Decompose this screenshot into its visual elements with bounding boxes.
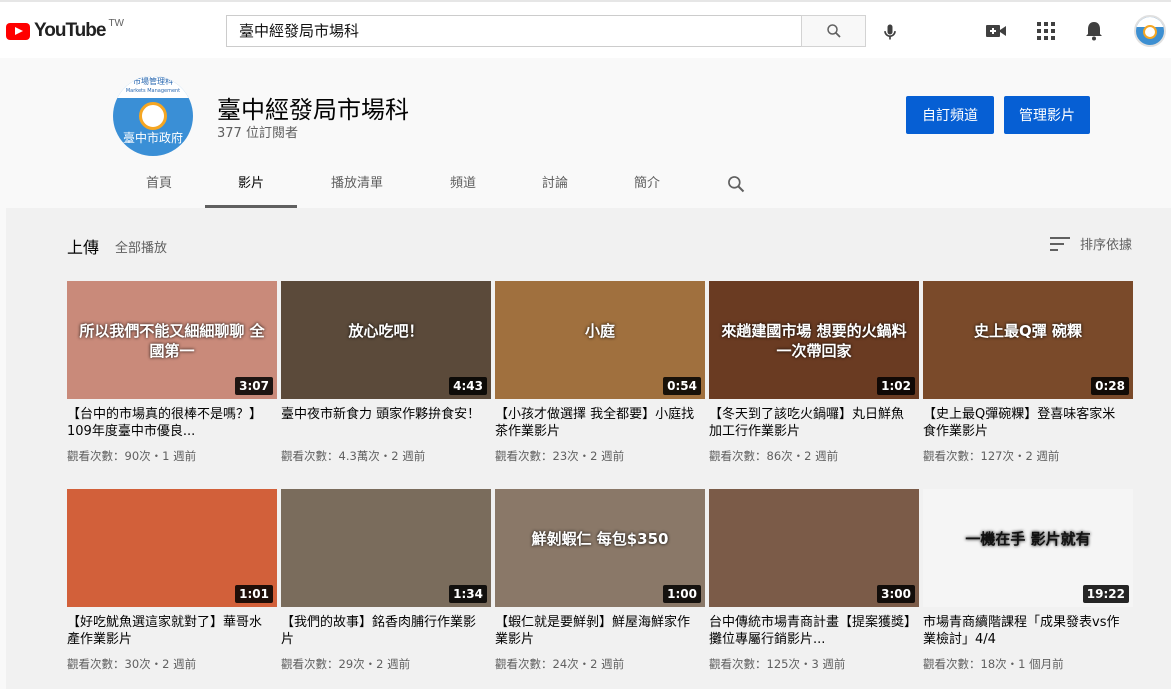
video-thumbnail[interactable]: 所以我們不能又細細聊聊 全國第一 3:07 xyxy=(67,281,277,399)
avatar-bottom-text: 臺中市政府 xyxy=(122,131,183,145)
video-meta: 觀看次數：23次・2 週前 xyxy=(495,449,625,463)
mic-icon[interactable] xyxy=(878,20,902,44)
video-title[interactable]: 市場青商續階課程「成果發表vs作業檢討」4/4 xyxy=(923,614,1128,648)
video-thumbnail[interactable]: 放心吃吧！ 4:43 xyxy=(281,281,491,399)
video-duration: 0:28 xyxy=(1091,377,1129,395)
video-duration: 0:54 xyxy=(663,377,701,395)
videos-section: 上傳 全部播放 排序依據 所以我們不能又細細聊聊 全國第一 3:07 【台中的市場真… xyxy=(6,208,1171,689)
search-icon xyxy=(826,24,841,38)
sort-icon xyxy=(1050,236,1070,251)
avatar-top-text: 市場管理科 xyxy=(133,77,173,86)
video-thumbnail[interactable]: 3:00 xyxy=(709,489,919,607)
video-duration: 3:07 xyxy=(235,377,273,395)
video-title[interactable]: 【台中的市場真的很棒不是嗎？】109年度臺中市優良... xyxy=(67,406,272,440)
video-meta: 觀看次數：90次・1 週前 xyxy=(67,449,197,463)
channel-name: 臺中經發局市場科 xyxy=(217,96,409,124)
video-duration: 1:02 xyxy=(877,377,915,395)
video-title[interactable]: 【蝦仁就是要鮮剝】鮮屋海鮮家作業影片 xyxy=(495,614,700,648)
channel-tabs: 首頁 影片 播放清單 頻道 討論 簡介 xyxy=(6,158,1171,208)
section-title: 上傳 xyxy=(67,238,100,257)
video-card[interactable]: 小庭 0:54 【小孩才做選擇 我全都要】小庭找茶作業影片觀看次數：23次・2 週前 xyxy=(495,281,705,464)
video-title[interactable]: 【我們的故事】銘香肉脯行作業影片 xyxy=(281,614,486,648)
tab-discussion[interactable]: 討論 xyxy=(522,158,588,208)
thumbnail-overlay-text: 所以我們不能又細細聊聊 全國第一 xyxy=(79,322,265,360)
thumbnail-overlay-text: 一機在手 影片就有 xyxy=(965,530,1091,548)
video-title[interactable]: 【史上最Q彈碗粿】登喜味客家米食作業影片 xyxy=(923,406,1128,440)
avatar-sub-text: Markets Management xyxy=(125,88,181,94)
apps-grid-icon[interactable] xyxy=(1034,19,1058,43)
search-button[interactable] xyxy=(801,15,866,47)
video-title[interactable]: 台中傳統市場青商計畫【提案獲獎】攤位專屬行銷影片... xyxy=(709,614,914,648)
video-meta: 觀看次數：125次・3 週前 xyxy=(709,657,846,671)
search-input[interactable]: 臺中經發局市場科 xyxy=(226,15,802,47)
video-thumbnail[interactable]: 鮮剝蝦仁 每包$350 1:00 xyxy=(495,489,705,607)
video-meta: 觀看次數：86次・2 週前 xyxy=(709,449,839,463)
create-video-icon[interactable] xyxy=(985,19,1009,43)
notification-bell-icon[interactable] xyxy=(1082,19,1106,43)
channel-search-icon[interactable] xyxy=(726,174,746,194)
video-thumbnail[interactable]: 小庭 0:54 xyxy=(495,281,705,399)
tab-channels[interactable]: 頻道 xyxy=(430,158,496,208)
video-duration: 1:00 xyxy=(663,585,701,603)
video-card[interactable]: 1:34 【我們的故事】銘香肉脯行作業影片觀看次數：29次・2 週前 xyxy=(281,489,491,672)
subscriber-count: 377 位訂閱者 xyxy=(217,126,298,141)
video-duration: 3:00 xyxy=(877,585,915,603)
video-card[interactable]: 3:00 台中傳統市場青商計畫【提案獲獎】攤位專屬行銷影片... 觀看次數：125次… xyxy=(709,489,919,672)
video-card[interactable]: 史上最Q彈 碗粿 0:28 【史上最Q彈碗粿】登喜味客家米食作業影片觀看次數：127… xyxy=(923,281,1133,464)
channel-avatar: 市場管理科 Markets Management 臺中市政府 xyxy=(113,76,193,156)
video-meta: 觀看次數：30次・2 週前 xyxy=(67,657,197,671)
tab-videos[interactable]: 影片 xyxy=(205,158,297,208)
video-thumbnail[interactable]: 一機在手 影片就有 19:22 xyxy=(923,489,1133,607)
video-duration: 19:22 xyxy=(1082,585,1129,603)
video-thumbnail[interactable]: 1:01 xyxy=(67,489,277,607)
video-duration: 1:01 xyxy=(235,585,273,603)
sort-by-button[interactable]: 排序依據 xyxy=(1050,234,1132,253)
thumbnail-overlay-text: 來趟建國市場 想要的火鍋料一次帶回家 xyxy=(721,322,907,360)
video-title[interactable]: 臺中夜市新食力 頭家作夥拚食安！ xyxy=(281,406,486,440)
video-meta: 觀看次數：29次・2 週前 xyxy=(281,657,411,671)
video-title[interactable]: 【小孩才做選擇 我全都要】小庭找茶作業影片 xyxy=(495,406,700,440)
video-card[interactable]: 一機在手 影片就有 19:22 市場青商續階課程「成果發表vs作業檢討」4/4 觀看次… xyxy=(923,489,1133,672)
youtube-play-icon xyxy=(6,22,30,40)
tab-about[interactable]: 簡介 xyxy=(614,158,680,208)
video-meta: 觀看次數：24次・2 週前 xyxy=(495,657,625,671)
thumbnail-overlay-text: 史上最Q彈 碗粿 xyxy=(974,322,1082,340)
customize-channel-button[interactable]: 自訂頻道 xyxy=(906,96,994,134)
play-all-link[interactable]: 全部播放 xyxy=(115,237,167,256)
video-thumbnail[interactable]: 1:34 xyxy=(281,489,491,607)
logo-region: TW xyxy=(108,17,124,29)
account-avatar[interactable] xyxy=(1134,15,1166,47)
video-card[interactable]: 1:01 【好吃魷魚選這家就對了】華哥水產作業影片觀看次數：30次・2 週前 xyxy=(67,489,277,672)
video-thumbnail[interactable]: 來趟建國市場 想要的火鍋料一次帶回家 1:02 xyxy=(709,281,919,399)
video-title[interactable]: 【冬天到了該吃火鍋囉】丸日鮮魚加工行作業影片 xyxy=(709,406,914,440)
video-card[interactable]: 所以我們不能又細細聊聊 全國第一 3:07 【台中的市場真的很棒不是嗎？】109年度… xyxy=(67,281,277,464)
video-card[interactable]: 鮮剝蝦仁 每包$350 1:00 【蝦仁就是要鮮剝】鮮屋海鮮家作業影片觀看次數：24… xyxy=(495,489,705,672)
video-thumbnail[interactable]: 史上最Q彈 碗粿 0:28 xyxy=(923,281,1133,399)
video-duration: 4:43 xyxy=(449,377,487,395)
thumbnail-overlay-text: 小庭 xyxy=(584,322,615,340)
logo-text: YouTube xyxy=(34,20,106,41)
video-meta: 觀看次數：4.3萬次・2 週前 xyxy=(281,449,426,463)
video-duration: 1:34 xyxy=(449,585,487,603)
video-meta: 觀看次數：127次・2 週前 xyxy=(923,449,1060,463)
sort-label: 排序依據 xyxy=(1080,238,1133,253)
video-card[interactable]: 來趟建國市場 想要的火鍋料一次帶回家 1:02 【冬天到了該吃火鍋囉】丸日鮮魚加工行… xyxy=(709,281,919,464)
youtube-logo[interactable]: YouTube TW xyxy=(6,17,124,42)
thumbnail-overlay-text: 鮮剝蝦仁 每包$350 xyxy=(531,530,669,548)
video-title[interactable]: 【好吃魷魚選這家就對了】華哥水產作業影片 xyxy=(67,614,272,648)
manage-videos-button[interactable]: 管理影片 xyxy=(1004,96,1090,134)
tab-playlists[interactable]: 播放清單 xyxy=(317,158,397,208)
video-card[interactable]: 放心吃吧！ 4:43 臺中夜市新食力 頭家作夥拚食安！ 觀看次數：4.3萬次・2 週前 xyxy=(281,281,491,464)
tab-home[interactable]: 首頁 xyxy=(126,158,192,208)
video-meta: 觀看次數：18次・1 個月前 xyxy=(923,657,1064,671)
thumbnail-overlay-text: 放心吃吧！ xyxy=(348,322,424,340)
top-bar: YouTube TW 臺中經發局市場科 xyxy=(0,0,1171,58)
house-logo-icon xyxy=(139,102,167,130)
channel-header: 市場管理科 Markets Management 臺中市政府 臺中經發局市場科 … xyxy=(6,58,1171,208)
